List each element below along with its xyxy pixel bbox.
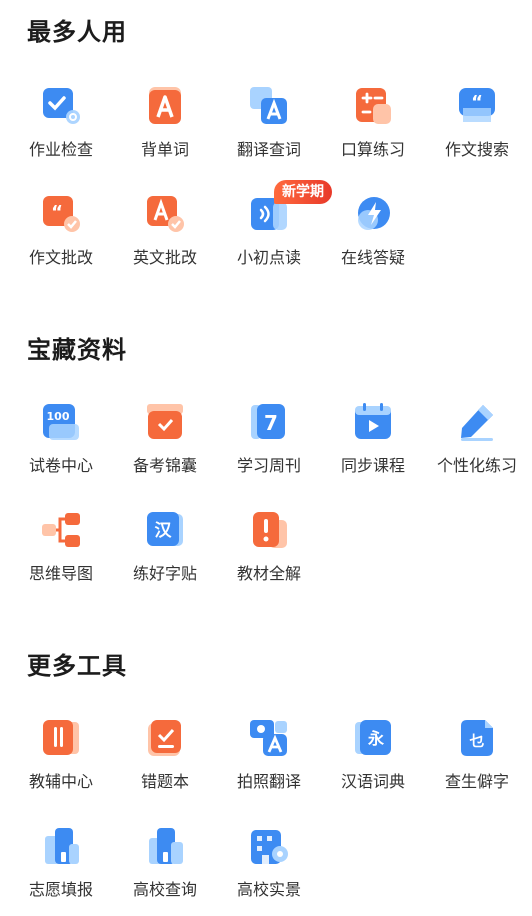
tile-mindmap[interactable]: 思维导图 <box>9 510 113 600</box>
essay-correct-icon: “ <box>41 194 81 234</box>
new-semester-badge: 新学期 <box>274 180 332 204</box>
tile-english-correct[interactable]: 英文批改 <box>113 194 217 284</box>
tile-label: 英文批改 <box>132 248 197 267</box>
tile-label: 教辅中心 <box>28 772 93 791</box>
tile-essay-correct[interactable]: “ 作文批改 <box>9 194 113 284</box>
section-title-more-tools: 更多工具 <box>27 652 127 680</box>
svg-text:乜: 乜 <box>469 732 484 750</box>
translate-icon <box>249 86 289 126</box>
tile-label: 作业检查 <box>28 140 93 159</box>
tile-label: 学习周刊 <box>236 456 301 475</box>
camera-translate-icon <box>249 718 289 758</box>
college-search-icon <box>145 826 185 866</box>
rare-char-icon: 乜 <box>457 718 497 758</box>
tile-sync-course[interactable]: 同步课程 <box>321 402 425 492</box>
tile-label: 试卷中心 <box>28 456 93 475</box>
exclamation-book-icon <box>249 510 289 550</box>
svg-text:100: 100 <box>47 410 70 423</box>
tile-audio-read[interactable]: 小初点读 <box>217 194 321 284</box>
english-correct-icon <box>145 194 185 234</box>
section-title-most-used: 最多人用 <box>27 18 127 46</box>
tile-wrong-book[interactable]: 错题本 <box>113 718 217 808</box>
tile-label: 查生僻字 <box>444 772 509 791</box>
box-check-icon <box>145 402 185 442</box>
word-card-icon <box>145 86 185 126</box>
tile-photo-translate[interactable]: 拍照翻译 <box>217 718 321 808</box>
quote-chat-icon: “ <box>457 86 497 126</box>
exam-100-icon: 100 <box>41 402 81 442</box>
college-view-icon <box>249 826 289 866</box>
han-char-icon: 汉 <box>145 510 185 550</box>
tile-label: 志愿填报 <box>28 880 93 899</box>
tile-exam-tips[interactable]: 备考锦囊 <box>113 402 217 492</box>
pencil-icon <box>457 402 497 442</box>
svg-text:“: “ <box>471 92 483 113</box>
tile-application-fill[interactable]: 志愿填报 <box>9 826 113 916</box>
tile-chinese-dictionary[interactable]: 永 汉语词典 <box>321 718 425 808</box>
tile-label: 小初点读 <box>236 248 301 267</box>
mindmap-icon <box>41 510 81 550</box>
section-title-treasure: 宝藏资料 <box>27 336 127 364</box>
svg-text:7: 7 <box>264 411 278 435</box>
tile-label: 背单词 <box>140 140 189 159</box>
tile-word-card[interactable]: 背单词 <box>113 86 217 176</box>
tile-label: 在线答疑 <box>340 248 405 267</box>
tile-calculator[interactable]: 口算练习 <box>321 86 425 176</box>
tile-college-view[interactable]: 高校实景 <box>217 826 321 916</box>
calendar-play-icon <box>353 402 393 442</box>
weekly-7-icon: 7 <box>249 402 289 442</box>
calculator-icon <box>353 86 393 126</box>
tile-essay-search[interactable]: “ 作文搜索 <box>425 86 529 176</box>
tile-tutor-center[interactable]: 教辅中心 <box>9 718 113 808</box>
svg-text:“: “ <box>51 202 63 223</box>
book-stack-icon <box>41 718 81 758</box>
wrong-book-icon <box>145 718 185 758</box>
tile-label: 作文搜索 <box>444 140 509 159</box>
tile-weekly[interactable]: 7 学习周刊 <box>217 402 321 492</box>
homework-check-icon <box>41 86 81 126</box>
tile-label: 教材全解 <box>236 564 301 583</box>
tile-label: 个性化练习 <box>436 456 517 475</box>
tile-label: 作文批改 <box>28 248 93 267</box>
tile-label: 错题本 <box>140 772 189 791</box>
tile-personal-practice[interactable]: 个性化练习 <box>425 402 529 492</box>
tile-exam-center[interactable]: 100 试卷中心 <box>9 402 113 492</box>
tile-label: 高校查询 <box>132 880 197 899</box>
tile-calligraphy[interactable]: 汉 练好字贴 <box>113 510 217 600</box>
tile-label: 拍照翻译 <box>236 772 301 791</box>
tile-label: 口算练习 <box>340 140 405 159</box>
yong-dictionary-icon: 永 <box>353 718 393 758</box>
tile-homework-check[interactable]: 作业检查 <box>9 86 113 176</box>
tile-label: 备考锦囊 <box>132 456 197 475</box>
tile-label: 汉语词典 <box>340 772 405 791</box>
tile-textbook-explain[interactable]: 教材全解 <box>217 510 321 600</box>
tile-college-query[interactable]: 高校查询 <box>113 826 217 916</box>
tile-label: 翻译查词 <box>236 140 301 159</box>
lightning-chat-icon <box>353 194 393 234</box>
tile-label: 同步课程 <box>340 456 405 475</box>
tile-label: 思维导图 <box>28 564 93 583</box>
tile-translate[interactable]: 翻译查词 <box>217 86 321 176</box>
building-chart-icon <box>41 826 81 866</box>
tile-label: 练好字贴 <box>132 564 197 583</box>
svg-text:永: 永 <box>367 729 384 748</box>
tile-online-qa[interactable]: 在线答疑 <box>321 194 425 284</box>
tile-label: 高校实景 <box>236 880 301 899</box>
tile-rare-char[interactable]: 乜 查生僻字 <box>425 718 529 808</box>
svg-text:汉: 汉 <box>155 521 173 541</box>
